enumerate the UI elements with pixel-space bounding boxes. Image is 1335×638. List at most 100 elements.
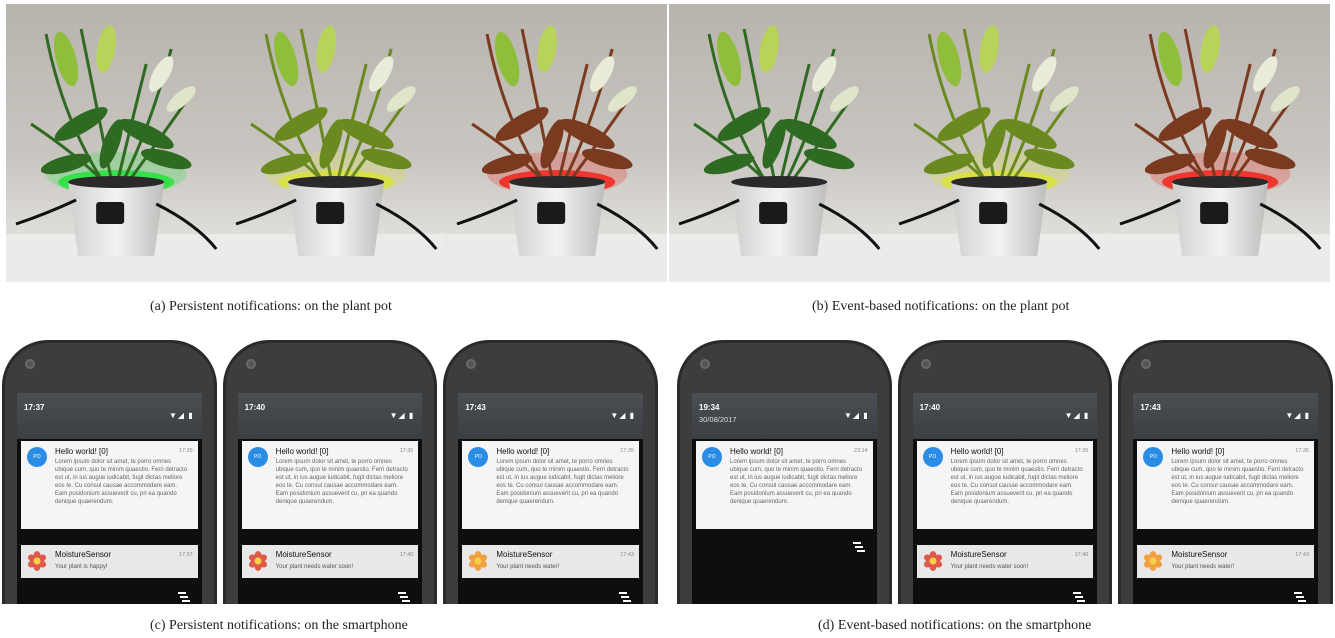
phone-screen: 19:34 30/08/2017 ▼◢ ▮ PO Hello world! [0… <box>692 393 877 604</box>
notification-body: Lorem ipsum dolor sit amet, te porro omn… <box>950 459 1083 505</box>
moisture-notification-card[interactable]: MoistureSensor 17:43 Your plant needs wa… <box>462 545 640 578</box>
caption-c: (c) Persistent notifications: on the sma… <box>150 618 408 633</box>
phones-persistent: 17:37 ▼◢ ▮ PO Hello world! [0] 17:35 Lor… <box>2 340 659 604</box>
smartphone: 17:43 ▼◢ ▮ PO Hello world! [0] 17:35 Lor… <box>1118 340 1334 604</box>
notification-body: Lorem ipsum dolor sit amet, te porro omn… <box>55 459 188 505</box>
moisture-time: 17:40 <box>399 552 414 558</box>
camera-icon <box>920 359 931 369</box>
status-bar: 17:43 ▼◢ ▮ <box>458 393 644 439</box>
notification-body: Lorem ipsum dolor sit amet, te porro omn… <box>275 459 408 505</box>
phones-event: 19:34 30/08/2017 ▼◢ ▮ PO Hello world! [0… <box>677 340 1334 604</box>
moisture-message: Your plant needs water! <box>1171 564 1235 570</box>
notification-time: 23:14 <box>853 448 868 454</box>
plant-photos-event <box>669 4 1330 282</box>
moisture-time: 17:40 <box>1074 552 1089 558</box>
flower-icon <box>27 551 47 571</box>
avatar: PO <box>702 447 722 467</box>
plant-photos-persistent <box>6 4 667 282</box>
notification-time: 17:35 <box>1074 448 1089 454</box>
plant-pot-photo <box>446 4 667 282</box>
notification-title: Hello world! [0] <box>496 447 550 456</box>
notification-title: Hello world! [0] <box>275 447 329 456</box>
avatar: PO <box>468 447 489 467</box>
smartphone: 17:40 ▼◢ ▮ PO Hello world! [0] 17:35 Lor… <box>897 340 1113 604</box>
caption-b: (b) Event-based notifications: on the pl… <box>812 299 1070 314</box>
status-bar: 17:43 ▼◢ ▮ <box>1133 393 1319 439</box>
notification-title: Hello world! [0] <box>730 447 783 456</box>
notification-card[interactable]: PO Hello world! [0] 17:35 Lorem ipsum do… <box>916 441 1094 529</box>
clear-all-icon[interactable] <box>398 589 411 602</box>
moisture-app-name: MoistureSensor <box>496 550 553 559</box>
flower-icon <box>248 551 268 571</box>
smartphone: 17:37 ▼◢ ▮ PO Hello world! [0] 17:35 Lor… <box>2 340 217 604</box>
moisture-app-name: MoistureSensor <box>55 550 112 559</box>
phone-screen: 17:40 ▼◢ ▮ PO Hello world! [0] 17:35 Lor… <box>912 393 1098 604</box>
avatar: PO <box>247 447 268 467</box>
notification-card[interactable]: PO Hello world! [0] 17:35 Lorem ipsum do… <box>21 441 198 529</box>
avatar: PO <box>922 447 943 467</box>
moisture-message: Your plant is happy! <box>55 564 108 570</box>
smartphone: 19:34 30/08/2017 ▼◢ ▮ PO Hello world! [0… <box>677 340 892 604</box>
smartphone: 17:40 ▼◢ ▮ PO Hello world! [0] 17:35 Lor… <box>222 340 438 604</box>
status-bar: 19:34 30/08/2017 ▼◢ ▮ <box>692 393 877 439</box>
phone-screen: 17:40 ▼◢ ▮ PO Hello world! [0] 17:35 Lor… <box>237 393 423 604</box>
moisture-message: Your plant needs water soon! <box>275 564 354 570</box>
status-bar: 17:40 ▼◢ ▮ <box>237 393 423 439</box>
flower-icon <box>923 551 943 571</box>
status-bar: 17:37 ▼◢ ▮ <box>17 393 202 439</box>
signal-battery-icon: ▼◢ ▮ <box>1064 411 1090 420</box>
phone-screen: 17:43 ▼◢ ▮ PO Hello world! [0] 17:35 Lor… <box>458 393 644 604</box>
caption-d: (d) Event-based notifications: on the sm… <box>818 618 1092 633</box>
plant-pot-photo <box>669 4 890 282</box>
phone-screen: 17:43 ▼◢ ▮ PO Hello world! [0] 17:35 Lor… <box>1133 393 1319 604</box>
smartphone: 17:43 ▼◢ ▮ PO Hello world! [0] 17:35 Lor… <box>443 340 659 604</box>
signal-battery-icon: ▼◢ ▮ <box>168 411 194 420</box>
moisture-notification-card[interactable]: MoistureSensor 17:40 Your plant needs wa… <box>916 545 1094 578</box>
moisture-notification-card[interactable]: MoistureSensor 17:40 Your plant needs wa… <box>241 545 419 578</box>
status-time: 17:43 <box>465 403 486 412</box>
moisture-time: 17:43 <box>620 552 635 558</box>
notification-card[interactable]: PO Hello world! [0] 17:35 Lorem ipsum do… <box>462 441 640 529</box>
camera-icon <box>466 359 477 369</box>
notification-body: Lorem ipsum dolor sit amet, te porro omn… <box>496 459 629 505</box>
notification-title: Hello world! [0] <box>55 447 108 456</box>
avatar: PO <box>1143 447 1164 467</box>
camera-icon <box>1141 359 1152 369</box>
status-bar: 17:40 ▼◢ ▮ <box>912 393 1098 439</box>
phone-screen: 17:37 ▼◢ ▮ PO Hello world! [0] 17:35 Lor… <box>17 393 202 604</box>
moisture-message: Your plant needs water soon! <box>950 564 1029 570</box>
flower-icon <box>1143 551 1163 571</box>
notification-title: Hello world! [0] <box>1171 447 1225 456</box>
status-time: 17:37 <box>24 403 45 412</box>
clear-all-icon[interactable] <box>619 589 632 602</box>
notification-card[interactable]: PO Hello world! [0] 17:35 Lorem ipsum do… <box>241 441 419 529</box>
moisture-notification-card[interactable]: MoistureSensor 17:37 Your plant is happy… <box>21 545 198 578</box>
plant-pot-photo <box>1109 4 1330 282</box>
notification-card[interactable]: PO Hello world! [0] 17:35 Lorem ipsum do… <box>1137 441 1315 529</box>
camera-icon <box>25 359 35 369</box>
plant-pot-photo <box>889 4 1110 282</box>
plant-pot-photo <box>6 4 227 282</box>
clear-all-icon[interactable] <box>1073 589 1086 602</box>
moisture-app-name: MoistureSensor <box>1171 550 1228 559</box>
flower-icon <box>468 551 488 571</box>
moisture-time: 17:43 <box>1295 552 1310 558</box>
signal-battery-icon: ▼◢ ▮ <box>389 411 415 420</box>
notification-body: Lorem ipsum dolor sit amet, te porro omn… <box>1171 459 1304 505</box>
notification-time: 17:35 <box>399 448 414 454</box>
clear-all-icon[interactable] <box>1294 589 1307 602</box>
moisture-time: 17:37 <box>178 552 193 558</box>
signal-battery-icon: ▼◢ ▮ <box>843 411 869 420</box>
moisture-app-name: MoistureSensor <box>275 550 332 559</box>
camera-icon <box>700 359 710 369</box>
notification-time: 17:35 <box>178 448 193 454</box>
notification-card[interactable]: PO Hello world! [0] 23:14 Lorem ipsum do… <box>696 441 873 529</box>
clear-all-icon[interactable] <box>177 589 190 602</box>
status-date: 30/08/2017 <box>699 415 737 424</box>
moisture-notification-card[interactable]: MoistureSensor 17:43 Your plant needs wa… <box>1137 545 1315 578</box>
status-time: 19:34 <box>699 403 720 412</box>
status-time: 17:40 <box>244 403 266 412</box>
clear-all-icon[interactable] <box>852 539 865 552</box>
status-time: 17:40 <box>919 403 941 412</box>
status-time: 17:43 <box>1140 403 1161 412</box>
